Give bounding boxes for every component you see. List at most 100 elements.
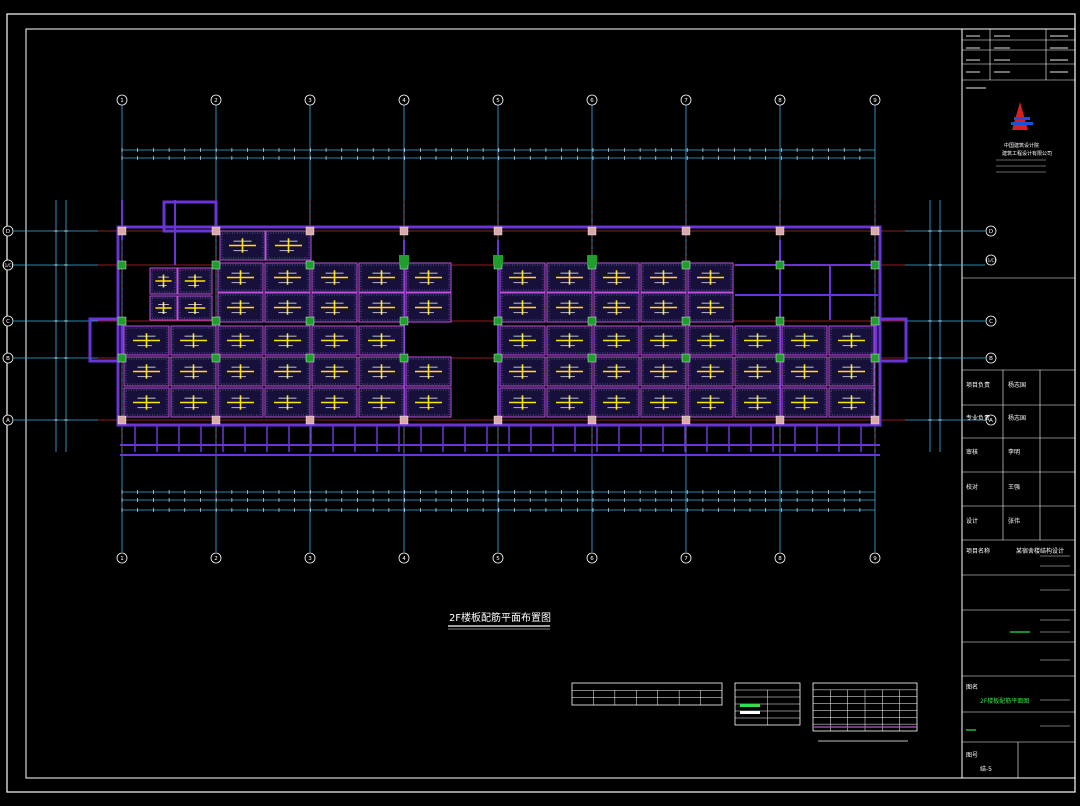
slab-panel xyxy=(687,325,734,356)
drawing-name-label: 图名 xyxy=(966,684,979,691)
slab-panel xyxy=(264,262,311,293)
axis-label-col-4: 4 xyxy=(402,556,406,562)
slab-panel xyxy=(781,387,828,418)
axis-label-col-1: 1 xyxy=(120,98,124,104)
column xyxy=(681,260,691,270)
slab-panel xyxy=(358,292,405,323)
axis-label-col-8: 8 xyxy=(778,556,782,562)
slab-panel xyxy=(593,292,640,323)
column xyxy=(117,415,127,425)
column-core xyxy=(399,255,409,265)
slab-panel xyxy=(311,325,358,356)
column xyxy=(305,260,315,270)
column xyxy=(493,353,503,363)
slab-panel xyxy=(149,295,178,321)
slab-panel xyxy=(264,325,311,356)
axis-label-col-3: 3 xyxy=(308,98,312,104)
legend-swatch-white xyxy=(740,711,760,714)
slab-panel xyxy=(593,356,640,387)
slab-panel xyxy=(264,292,311,323)
slab-panel xyxy=(311,292,358,323)
slab-panel xyxy=(264,356,311,387)
column xyxy=(399,226,409,236)
company-name: 中国建筑设计院 xyxy=(1004,143,1040,149)
slab-panel xyxy=(177,295,213,321)
axis-label-col-5: 5 xyxy=(496,556,500,562)
slab-panel xyxy=(170,325,217,356)
slab-panel xyxy=(219,230,266,261)
axis-label-col-3: 3 xyxy=(308,556,312,562)
legend-table-3 xyxy=(812,682,918,732)
slab-panel xyxy=(405,292,452,323)
column xyxy=(399,353,409,363)
axis-label-col-2: 2 xyxy=(214,556,218,562)
column xyxy=(117,260,127,270)
slab-panel xyxy=(734,325,781,356)
slab-panel xyxy=(405,356,452,387)
field-label-4: 校对 xyxy=(966,484,979,491)
column xyxy=(681,415,691,425)
axis-label-col-7: 7 xyxy=(684,98,688,104)
field-value-5: 张伟 xyxy=(1008,518,1021,525)
slab-panel xyxy=(217,325,264,356)
slab-panel xyxy=(217,356,264,387)
column-core xyxy=(587,255,597,265)
axis-label-col-6: 6 xyxy=(590,556,594,562)
column xyxy=(399,316,409,326)
slab-panel xyxy=(358,387,405,418)
field-value-1: 杨志国 xyxy=(1008,382,1027,389)
axis-label-col-4: 4 xyxy=(402,98,406,104)
column xyxy=(870,260,880,270)
slab-panel xyxy=(687,387,734,418)
axis-label-row-C: C xyxy=(6,319,10,325)
field-label-2: 专业负责 xyxy=(966,415,991,422)
legend-table-2 xyxy=(734,682,801,726)
drawing-name-value: 2F楼板配筋平面图 xyxy=(980,698,1030,705)
company-subname: 建筑工程设计有限公司 xyxy=(1002,151,1053,157)
sheet-number-label: 图号 xyxy=(966,752,979,759)
slab-panel xyxy=(311,387,358,418)
column xyxy=(587,353,597,363)
column xyxy=(775,226,785,236)
axis-label-row-C: C xyxy=(989,319,993,325)
slab-panel xyxy=(170,387,217,418)
column xyxy=(493,226,503,236)
axis-label-col-2: 2 xyxy=(214,98,218,104)
slab-panel xyxy=(687,262,734,293)
column xyxy=(117,316,127,326)
slab-panel xyxy=(546,387,593,418)
column xyxy=(305,316,315,326)
slab-panel xyxy=(734,356,781,387)
column xyxy=(117,353,127,363)
slab-panel xyxy=(405,387,452,418)
column xyxy=(305,415,315,425)
column xyxy=(211,353,221,363)
column xyxy=(305,226,315,236)
slab-panel xyxy=(687,292,734,323)
slab-panel xyxy=(640,292,687,323)
column xyxy=(775,260,785,270)
column xyxy=(211,415,221,425)
slab-panel xyxy=(499,356,546,387)
slab-panel xyxy=(123,387,170,418)
slab-panel xyxy=(499,262,546,293)
column xyxy=(870,226,880,236)
slab-panel xyxy=(499,325,546,356)
slab-panel xyxy=(546,262,593,293)
column xyxy=(305,353,315,363)
column xyxy=(870,415,880,425)
column xyxy=(117,226,127,236)
slab-panel xyxy=(499,387,546,418)
slab-panel xyxy=(217,292,264,323)
slab-panel xyxy=(640,262,687,293)
sheet-number-value: 结-5 xyxy=(980,766,992,773)
column xyxy=(399,415,409,425)
slab-panel xyxy=(358,262,405,293)
axis-label-row: (1/C) xyxy=(986,258,996,263)
slab-panel xyxy=(217,262,264,293)
slab-panel xyxy=(265,230,312,261)
axis-label-row-D: D xyxy=(989,229,993,235)
column xyxy=(211,316,221,326)
slab-panel xyxy=(123,325,170,356)
slab-panel xyxy=(217,387,264,418)
